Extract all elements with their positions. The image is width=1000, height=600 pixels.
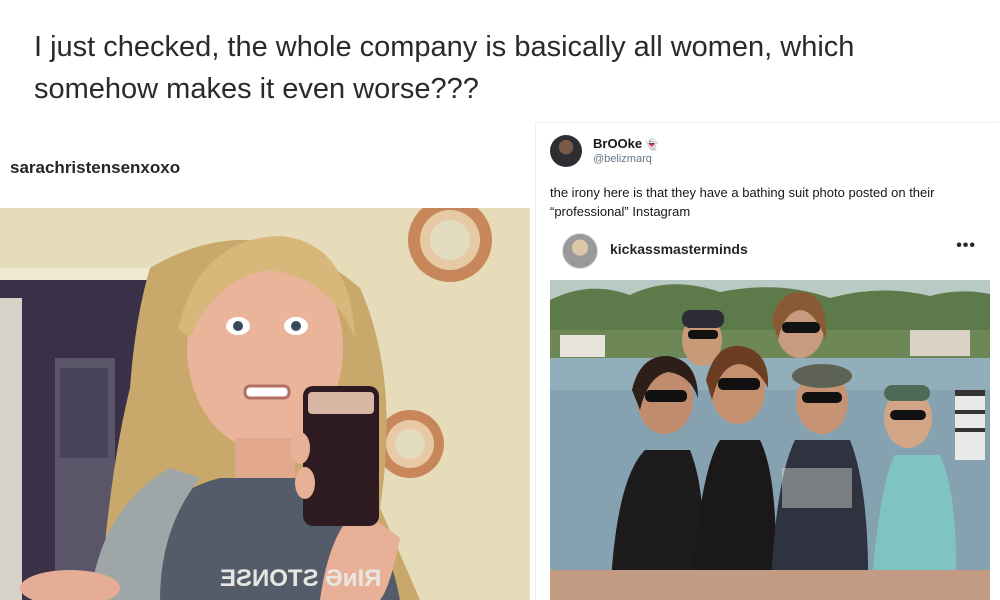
boat-photo-illustration [550,280,990,600]
tweet-name-text: BrOOke [593,136,643,151]
tweet-avatar[interactable] [550,135,582,167]
embedded-instagram-post[interactable]: kickassmasterminds ••• [550,225,990,600]
tweet-display-name[interactable]: BrOOke 👻 [593,136,659,151]
instagram-post-left: sarachristensenxoxo ƎƧИOTƧ ƏᴎIЯ [0,130,530,600]
selfie-illustration: ƎƧИOTƧ ƏᴎIЯ [0,208,530,600]
tweet-handle[interactable]: @belizmarq [593,153,652,165]
tweet-text: the irony here is that they have a bathi… [550,185,935,219]
caption-text: I just checked, the whole company is bas… [34,26,964,110]
post-username[interactable]: sarachristensenxoxo [10,158,180,178]
shirt-text: ƎƧИOTƧ ƏᴎIЯ [220,565,381,592]
selfie-photo: ƎƧИOTƧ ƏᴎIЯ [0,208,530,600]
meme-page: I just checked, the whole company is bas… [0,0,1000,600]
embed-avatar[interactable] [562,233,598,269]
more-options-icon[interactable]: ••• [956,237,976,255]
boat-group-photo [550,280,990,600]
caption-line-2: somehow makes it even worse??? [34,73,479,105]
tweet-card: BrOOke 👻 @belizmarq the irony here is tha… [535,122,999,600]
embed-username[interactable]: kickassmasterminds [610,241,748,257]
ghost-icon: 👻 [645,139,659,151]
caption-line-1: I just checked, the whole company is bas… [34,31,855,63]
boat-chair [955,390,985,460]
